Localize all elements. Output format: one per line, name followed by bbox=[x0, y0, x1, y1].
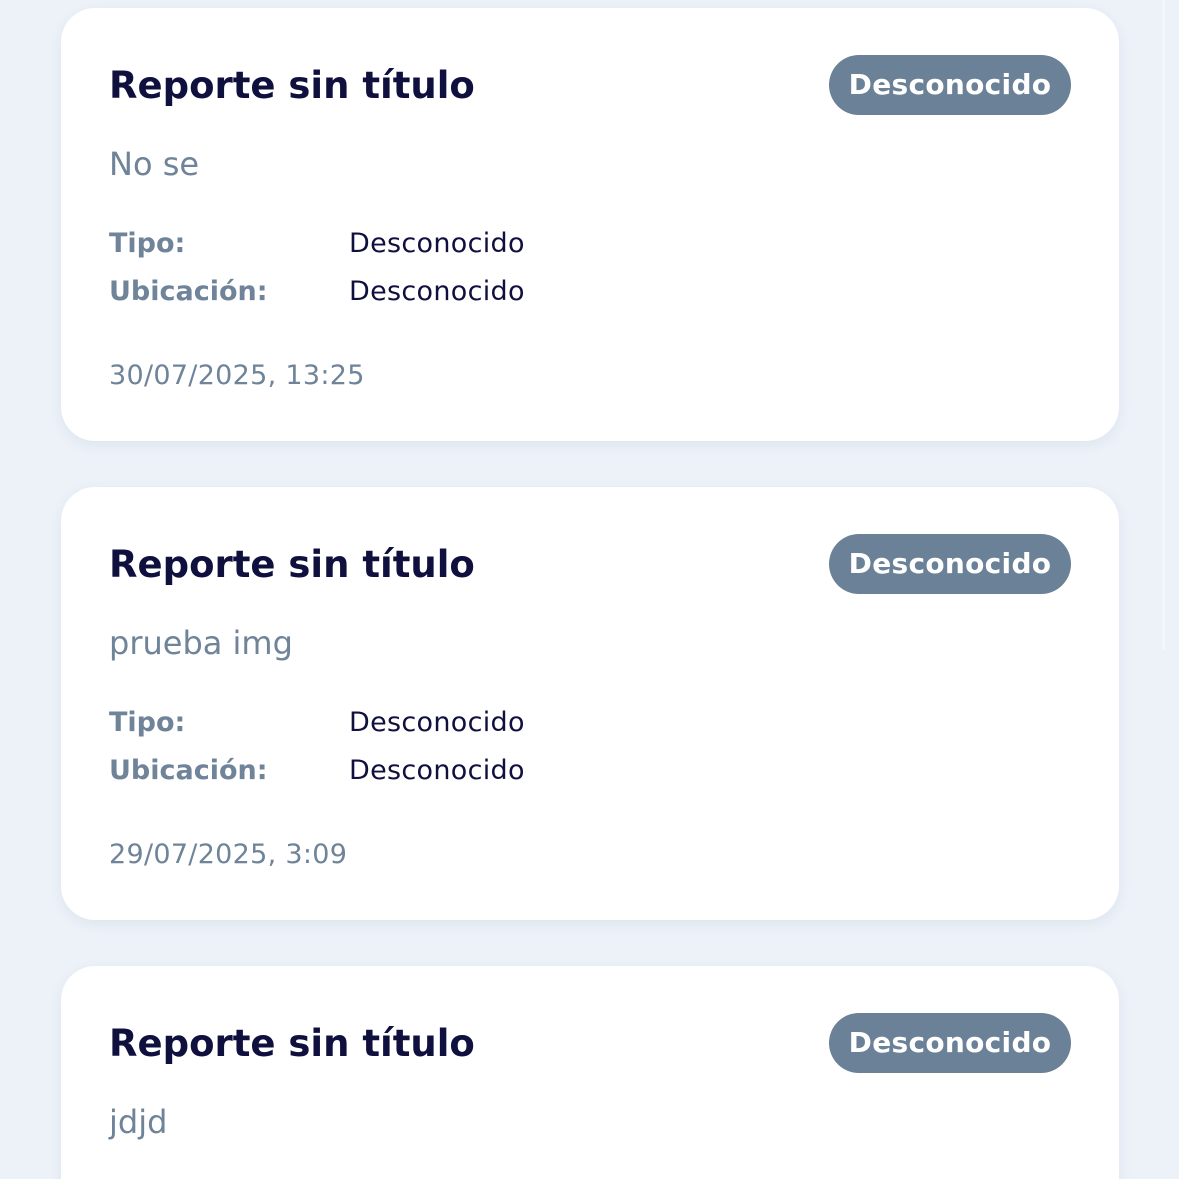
report-date: 29/07/2025, 3:09 bbox=[109, 839, 348, 870]
type-label: Tipo: bbox=[109, 707, 186, 738]
scrollbar-track[interactable] bbox=[1162, 0, 1165, 650]
report-list: Reporte sin título Desconocido No se Tip… bbox=[0, 0, 1179, 1179]
report-description: prueba img bbox=[109, 624, 293, 662]
location-value: Desconocido bbox=[349, 276, 525, 307]
status-badge: Desconocido bbox=[829, 534, 1071, 594]
location-label: Ubicación: bbox=[109, 276, 268, 307]
report-description: No se bbox=[109, 145, 200, 183]
type-value: Desconocido bbox=[349, 707, 525, 738]
status-badge: Desconocido bbox=[829, 55, 1071, 115]
report-card[interactable]: Reporte sin título Desconocido jdjd bbox=[61, 966, 1119, 1179]
report-description: jdjd bbox=[109, 1103, 168, 1141]
report-title: Reporte sin título bbox=[109, 1022, 475, 1065]
report-card[interactable]: Reporte sin título Desconocido prueba im… bbox=[61, 487, 1119, 920]
type-label: Tipo: bbox=[109, 228, 186, 259]
report-title: Reporte sin título bbox=[109, 543, 475, 586]
location-value: Desconocido bbox=[349, 755, 525, 786]
report-date: 30/07/2025, 13:25 bbox=[109, 360, 365, 391]
status-badge: Desconocido bbox=[829, 1013, 1071, 1073]
report-title: Reporte sin título bbox=[109, 64, 475, 107]
type-value: Desconocido bbox=[349, 228, 525, 259]
report-card[interactable]: Reporte sin título Desconocido No se Tip… bbox=[61, 8, 1119, 441]
location-label: Ubicación: bbox=[109, 755, 268, 786]
